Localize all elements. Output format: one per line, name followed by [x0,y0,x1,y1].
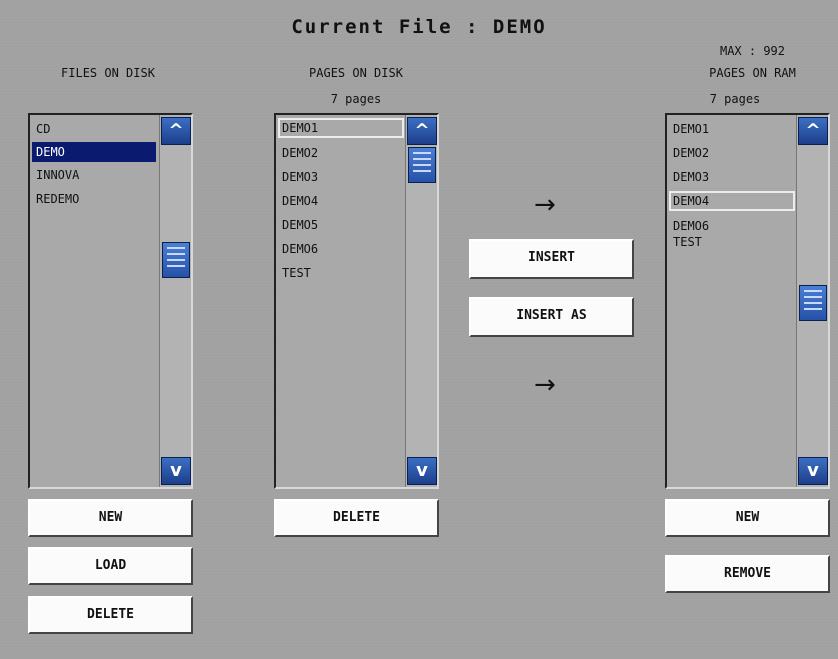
list-item[interactable]: DEMO4 [280,191,318,211]
list-item-focused[interactable]: DEMO1 [278,118,404,138]
max-pages-label: MAX : 992 [719,44,786,58]
scroll-down-icon[interactable]: v [407,457,437,485]
list-item[interactable]: DEMO6 [280,239,318,259]
scroll-thumb[interactable] [162,242,190,278]
pages-disk-list[interactable]: DEMO1 DEMO2 DEMO3 DEMO4 DEMO5 DEMO6 TEST… [274,113,439,489]
insert-button[interactable]: INSERT [469,239,634,279]
scroll-up-icon[interactable]: ^ [798,117,828,145]
list-item[interactable]: DEMO3 [671,167,709,187]
pages-disk-scrollbar[interactable]: ^ v [405,115,437,487]
page-title: Current File : DEMO [291,16,547,38]
scroll-up-icon[interactable]: ^ [407,117,437,145]
list-item-selected[interactable]: DEMO [32,142,156,162]
arrow-right-icon: → [534,190,556,220]
list-item[interactable]: DEMO3 [280,167,318,187]
scroll-down-icon[interactable]: v [798,457,828,485]
scroll-thumb[interactable] [408,147,436,183]
list-item[interactable]: REDEMO [34,189,79,209]
list-item[interactable]: DEMO2 [280,143,318,163]
delete-file-button[interactable]: DELETE [28,596,193,634]
pages-on-ram-count: 7 pages [709,92,761,106]
pages-on-disk-header: PAGES ON DISK [309,66,403,80]
pages-ram-scrollbar[interactable]: ^ v [796,115,828,487]
pages-on-disk-count: 7 pages [330,92,382,106]
insert-as-button[interactable]: INSERT AS [469,297,634,337]
load-file-button[interactable]: LOAD [28,547,193,585]
files-on-disk-header: FILES ON DISK [61,66,155,80]
files-list[interactable]: CD DEMO INNOVA REDEMO ^ v [28,113,193,489]
scroll-thumb[interactable] [799,285,827,321]
list-item-focused[interactable]: DEMO4 [669,191,795,211]
list-item[interactable]: DEMO5 [280,215,318,235]
new-file-button[interactable]: NEW [28,499,193,537]
scroll-down-icon[interactable]: v [161,457,191,485]
pages-on-ram-header: PAGES ON RAM [709,66,796,80]
scroll-up-icon[interactable]: ^ [161,117,191,145]
list-item[interactable]: CD [34,119,50,139]
list-item[interactable]: DEMO1 [671,119,709,139]
list-item[interactable]: DEMO2 [671,143,709,163]
list-item[interactable]: TEST [671,232,702,252]
files-scrollbar[interactable]: ^ v [159,115,191,487]
delete-page-button[interactable]: DELETE [274,499,439,537]
list-item[interactable]: TEST [280,263,311,283]
pages-ram-list[interactable]: DEMO1 DEMO2 DEMO3 DEMO4 DEMO6 TEST ^ v [665,113,830,489]
remove-button[interactable]: REMOVE [665,555,830,593]
new-ram-page-button[interactable]: NEW [665,499,830,537]
arrow-right-icon: → [534,370,556,400]
list-item[interactable]: INNOVA [34,165,79,185]
